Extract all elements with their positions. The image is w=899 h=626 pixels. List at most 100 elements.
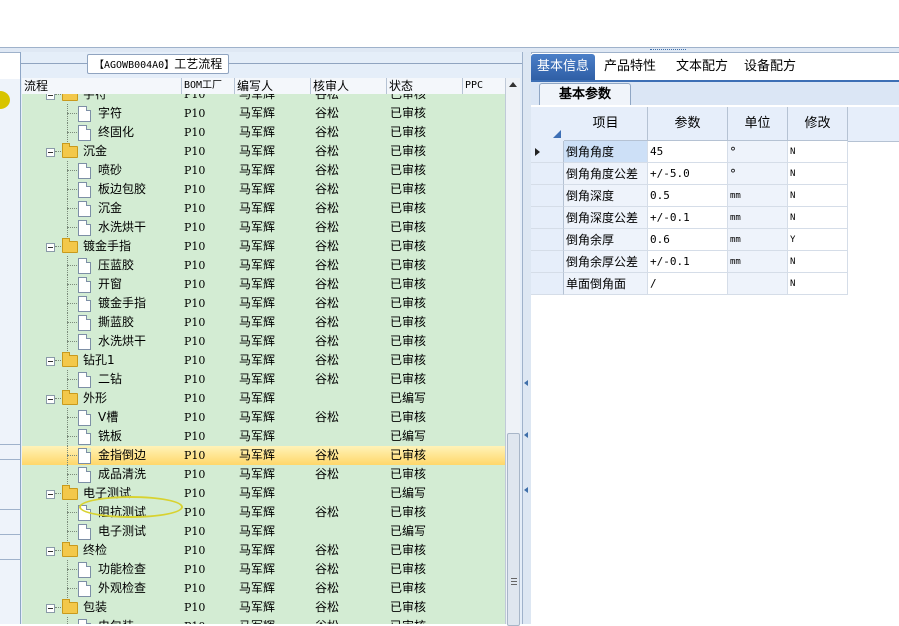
tree-node-label[interactable]: 撕蓝胶 [98,313,134,332]
table-row[interactable]: 水洗烘干 P10 马军辉 谷松 已审核 [22,332,505,351]
splitter-arrow-icon[interactable] [524,487,528,493]
param-cell-value[interactable]: +/-5.0 [648,163,728,185]
collapse-toggle-icon[interactable] [46,94,55,100]
row-selector[interactable] [531,207,564,229]
row-selector[interactable] [531,185,564,207]
param-cell-value[interactable]: / [648,273,728,295]
table-row[interactable]: 撕蓝胶 P10 马军辉 谷松 已审核 [22,313,505,332]
param-row[interactable]: 倒角角度公差 +/-5.0 ° N [531,163,899,185]
header-bom[interactable]: BOM工厂 [182,78,235,94]
param-cell-value[interactable]: 0.6 [648,229,728,251]
splitter-arrow-icon[interactable] [524,432,528,438]
param-row[interactable]: 倒角深度公差 +/-0.1 mm N [531,207,899,229]
table-row[interactable]: 板边包胶 P10 马军辉 谷松 已审核 [22,180,505,199]
param-cell-item[interactable]: 倒角余厚 [564,229,648,251]
splitter-arrow-icon[interactable] [524,380,528,386]
param-cell-value[interactable]: 0.5 [648,185,728,207]
tab-basic-params[interactable]: 基本参数 [539,83,631,106]
table-row[interactable]: 开窗 P10 马军辉 谷松 已审核 [22,275,505,294]
splitter-grip-top[interactable] [650,49,686,53]
tab-text-recipe[interactable]: 文本配方 [667,54,737,80]
param-row[interactable]: 倒角余厚公差 +/-0.1 mm N [531,251,899,273]
param-header-unit[interactable]: 单位 [728,107,788,141]
tree-node-label[interactable]: 字符 [98,104,122,123]
param-cell-item[interactable]: 倒角深度公差 [564,207,648,229]
tree-node-label[interactable]: 二钻 [98,370,122,389]
table-row[interactable]: 金指倒边 P10 马军辉 谷松 已审核 [22,446,505,465]
collapse-toggle-icon[interactable] [46,604,55,613]
param-cell-value[interactable]: 45 [648,141,728,163]
row-selector[interactable] [531,273,564,295]
scrollbar-thumb[interactable] [507,433,520,626]
row-selector[interactable] [531,229,564,251]
table-row[interactable]: 外观检查 P10 马军辉 谷松 已审核 [22,579,505,598]
tree-node-label[interactable]: 水洗烘干 [98,332,146,351]
row-selector[interactable] [531,141,564,163]
row-selector[interactable] [531,163,564,185]
table-row[interactable]: 压蓝胶 P10 马军辉 谷松 已审核 [22,256,505,275]
table-row[interactable]: 终检 P10 马军辉 谷松 已审核 [22,541,505,560]
param-row[interactable]: 倒角余厚 0.6 mm Y [531,229,899,251]
tree-node-label[interactable]: 沉金 [83,142,107,161]
collapse-toggle-icon[interactable] [46,395,55,404]
param-header-item[interactable]: 项目 [564,107,648,141]
param-cell-value[interactable]: +/-0.1 [648,207,728,229]
tree-node-label[interactable]: 镀金手指 [98,294,146,313]
param-grid-corner[interactable] [531,107,565,142]
tab-product-features[interactable]: 产品特性 [597,54,663,80]
param-cell-item[interactable]: 单面倒角面 [564,273,648,295]
tree-node-label[interactable]: 压蓝胶 [98,256,134,275]
table-row[interactable]: 水洗烘干 P10 马军辉 谷松 已审核 [22,218,505,237]
table-row[interactable]: 字符 P10 马军辉 谷松 已审核 [22,104,505,123]
tree-grid-scrollbar[interactable] [505,78,520,626]
scroll-up-arrow-icon[interactable] [509,82,517,87]
param-header-param[interactable]: 参数 [648,107,728,141]
tree-node-label[interactable]: 开窗 [98,275,122,294]
param-row[interactable]: 单面倒角面 / N [531,273,899,295]
tree-node-label[interactable]: 镀金手指 [83,237,131,256]
header-ppc[interactable]: PPC [463,78,505,94]
collapse-toggle-icon[interactable] [46,243,55,252]
table-row[interactable]: 包装 P10 马军辉 谷松 已审核 [22,598,505,617]
param-cell-value[interactable]: +/-0.1 [648,251,728,273]
param-cell-item[interactable]: 倒角角度 [564,141,648,163]
tab-equipment-recipe[interactable]: 设备配方 [739,54,801,80]
tree-node-label[interactable]: 终固化 [98,123,134,142]
tree-node-label[interactable]: 电包装 [98,617,134,624]
tree-node-label[interactable]: 字符 [83,94,107,104]
table-row[interactable]: 电包装 P10 马军辉 谷松 已审核 [22,617,505,624]
tree-node-label[interactable]: 沉金 [98,199,122,218]
collapse-toggle-icon[interactable] [46,148,55,157]
tree-node-label[interactable]: 板边包胶 [98,180,146,199]
table-row[interactable]: 沉金 P10 马军辉 谷松 已审核 [22,199,505,218]
table-row[interactable]: 功能检查 P10 马军辉 谷松 已审核 [22,560,505,579]
table-row[interactable]: 二钻 P10 马军辉 谷松 已审核 [22,370,505,389]
tree-node-label[interactable]: 钻孔1 [83,351,115,370]
header-status[interactable]: 状态 [387,78,463,94]
table-row[interactable]: 沉金 P10 马军辉 谷松 已审核 [22,142,505,161]
table-row[interactable]: 镀金手指 P10 马军辉 谷松 已审核 [22,237,505,256]
collapse-toggle-icon[interactable] [46,490,55,499]
tree-node-label[interactable]: 金指倒边 [98,446,146,465]
param-header-modify[interactable]: 修改 [788,107,848,141]
header-flow[interactable]: 流程 [22,78,182,94]
table-row[interactable]: 钻孔1 P10 马军辉 谷松 已审核 [22,351,505,370]
table-row[interactable]: 成品清洗 P10 马军辉 谷松 已审核 [22,465,505,484]
tree-node-label[interactable]: 喷砂 [98,161,122,180]
table-row[interactable]: 电子测试 P10 马军辉 已编写 [22,522,505,541]
header-reviewer[interactable]: 核审人 [311,78,387,94]
param-cell-item[interactable]: 倒角深度 [564,185,648,207]
table-row[interactable]: 镀金手指 P10 马军辉 谷松 已审核 [22,294,505,313]
tree-node-label[interactable]: 外形 [83,389,107,408]
table-row[interactable]: 终固化 P10 马军辉 谷松 已审核 [22,123,505,142]
tree-node-label[interactable]: 铣板 [98,427,122,446]
table-row[interactable]: 铣板 P10 马军辉 已编写 [22,427,505,446]
tree-node-label[interactable]: 电子测试 [98,522,146,541]
table-row[interactable]: 字符 P10 马军辉 谷松 已审核 [22,94,505,104]
collapse-toggle-icon[interactable] [46,547,55,556]
param-cell-item[interactable]: 倒角余厚公差 [564,251,648,273]
table-row[interactable]: V槽 P10 马军辉 谷松 已审核 [22,408,505,427]
header-writer[interactable]: 编写人 [235,78,311,94]
tree-node-label[interactable]: V槽 [98,408,118,427]
tree-node-label[interactable]: 功能检查 [98,560,146,579]
